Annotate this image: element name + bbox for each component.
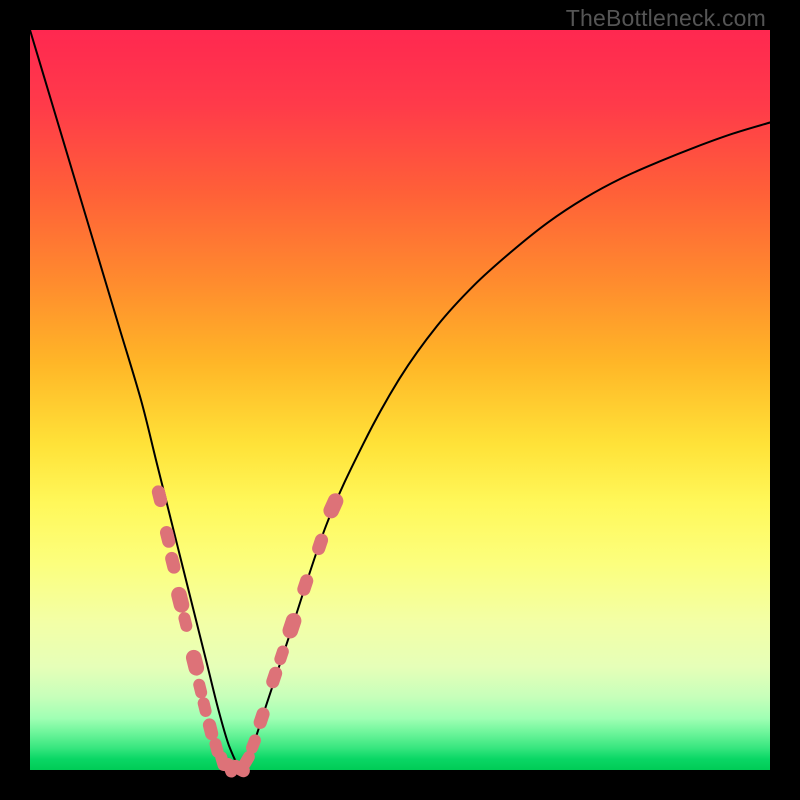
curve-layer <box>30 30 770 770</box>
data-points <box>150 484 345 780</box>
data-point <box>201 717 219 742</box>
data-point <box>273 644 291 667</box>
data-point <box>196 696 212 718</box>
data-point <box>177 611 193 633</box>
data-point <box>280 611 303 641</box>
chart-frame: TheBottleneck.com <box>0 0 800 800</box>
data-point <box>321 491 346 521</box>
watermark-text: TheBottleneck.com <box>566 5 766 32</box>
bottleneck-curve <box>30 30 770 766</box>
data-point <box>310 532 329 557</box>
data-point <box>252 706 271 731</box>
data-point <box>264 665 283 690</box>
data-point <box>184 648 205 677</box>
data-point <box>192 677 208 699</box>
data-point <box>296 572 315 597</box>
plot-area <box>30 30 770 770</box>
data-point <box>150 484 168 509</box>
